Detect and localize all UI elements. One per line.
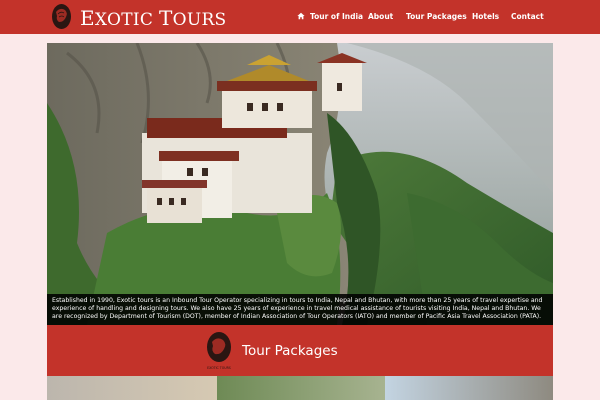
package-thumbnail[interactable] [217, 376, 385, 400]
logo-caption: EXOTIC TOURS [207, 366, 231, 370]
nav-contact[interactable]: Contact [511, 12, 544, 21]
home-icon [297, 12, 305, 20]
brand-name[interactable]: EXOTIC TOURS [80, 6, 227, 30]
package-thumbnails [47, 376, 553, 400]
nav-tour-of-india[interactable]: Tour of India [310, 12, 363, 21]
package-thumbnail[interactable] [47, 376, 217, 400]
package-thumbnail[interactable] [385, 376, 553, 400]
rhino-logo-icon: EXOTIC TOURS [207, 332, 231, 370]
nav-hotels[interactable]: Hotels [472, 12, 499, 21]
tigers-nest-monastery-image [47, 43, 553, 325]
rhino-logo-icon[interactable] [51, 3, 72, 30]
hero-image [47, 43, 553, 325]
nav-about[interactable]: About [368, 12, 393, 21]
tour-packages-title[interactable]: Tour Packages [242, 343, 338, 359]
top-header: EXOTIC TOURS Tour of India About Tour Pa… [0, 0, 600, 34]
hero-caption: Established in 1990, Exotic tours is an … [47, 294, 553, 325]
nav-tour-packages[interactable]: Tour Packages [406, 12, 467, 21]
